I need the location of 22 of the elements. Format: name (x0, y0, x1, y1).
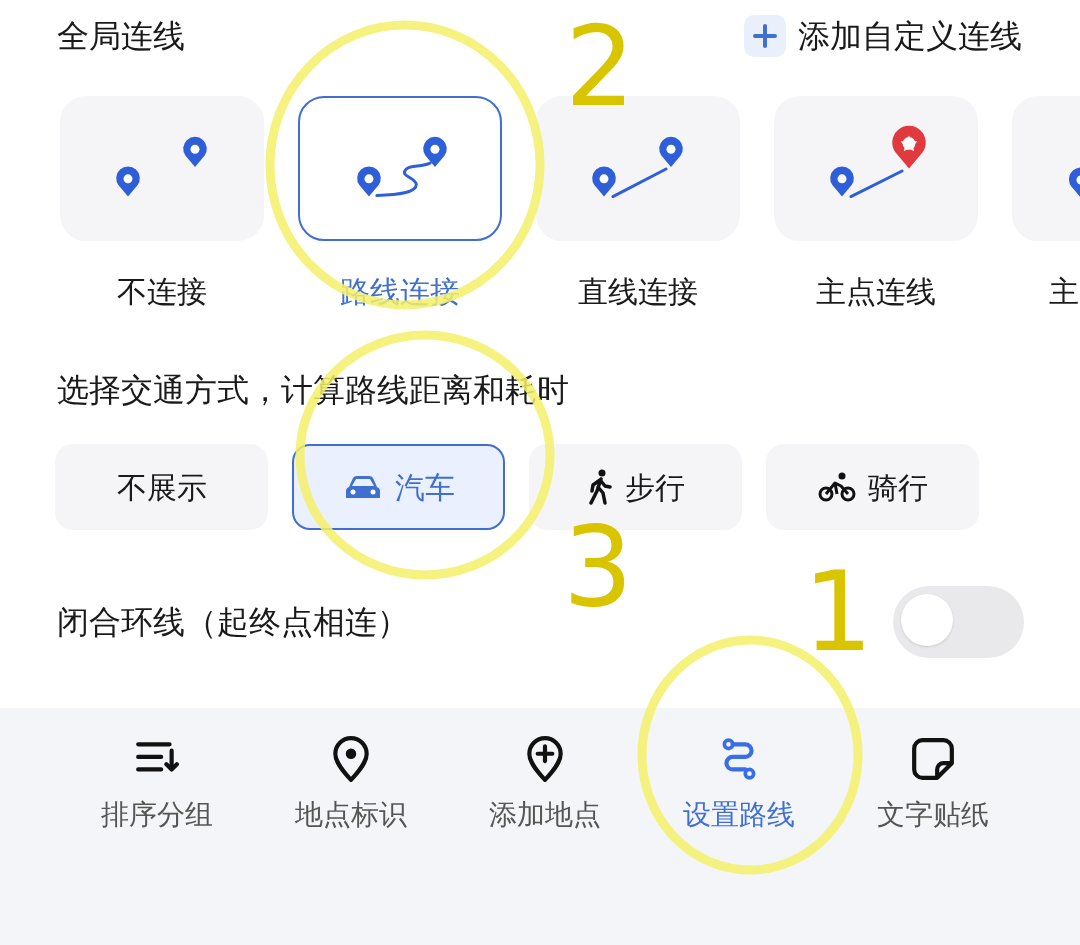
connection-label: 不连接 (117, 273, 207, 311)
toolbar-item[interactable]: 排序分组 (60, 736, 254, 836)
transport-option[interactable]: 汽车 (292, 444, 505, 530)
toolbar-item[interactable]: 设置路线 (642, 736, 836, 836)
connection-option[interactable] (298, 96, 502, 241)
bicycle-icon (817, 471, 856, 503)
toolbar-item[interactable]: 地点标识 (254, 736, 448, 836)
connection-label: 直线连接 (578, 273, 698, 311)
sticker-icon (910, 736, 956, 782)
loop-label: 闭合环线（起终点相连） (57, 602, 409, 643)
transport-option[interactable]: 骑行 (766, 444, 979, 530)
transport-option[interactable]: 不展示 (55, 444, 268, 530)
toolbar-item[interactable]: 文字贴纸 (836, 736, 1030, 836)
connection-label: 主点连线 (816, 273, 936, 311)
walking-person-icon (586, 469, 613, 505)
section-title: 全局连线 (57, 16, 185, 57)
annotation-number: 2 (565, 3, 635, 131)
toolbar-item[interactable]: 添加地点 (448, 736, 642, 836)
add-custom-line-button[interactable]: 添加自定义连线 (744, 12, 1022, 60)
plus-icon (744, 15, 786, 57)
connection-label: 主 (1049, 273, 1079, 311)
annotation-number: 1 (803, 548, 873, 676)
